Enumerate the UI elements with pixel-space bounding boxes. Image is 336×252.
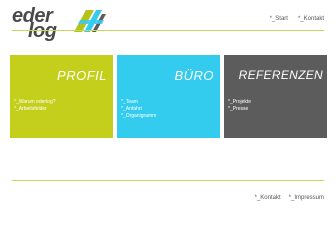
referenzen-link-presse[interactable]: *_Presse xyxy=(228,106,251,113)
buero-links: *_Team *_Anfahrt *_Organigramm xyxy=(121,99,156,120)
buero-box[interactable]: BÜRO *_Team *_Anfahrt *_Organigramm xyxy=(117,55,220,138)
top-divider xyxy=(12,30,324,31)
footer-link-kontakt[interactable]: *_Kontakt xyxy=(255,195,281,201)
buero-link-team[interactable]: *_Team xyxy=(121,99,156,106)
footer-nav: *_Kontakt *_Impressum xyxy=(255,195,324,201)
buero-title[interactable]: BÜRO xyxy=(174,68,214,83)
nav-link-start[interactable]: *_Start xyxy=(270,16,288,22)
nav-link-kontakt[interactable]: *_Kontakt xyxy=(298,16,324,22)
logo-word-log: log xyxy=(28,20,57,42)
buero-link-anfahrt[interactable]: *_Anfahrt xyxy=(121,106,156,113)
referenzen-box[interactable]: REFERENZEN *_Projekte *_Presse xyxy=(224,55,327,138)
profil-link-warum-ederlog[interactable]: *_Warum ederlog? xyxy=(14,99,56,106)
profil-link-arbeitsfelder[interactable]: *_Arbeitsfelder xyxy=(14,106,56,113)
profil-box[interactable]: PROFIL *_Warum ederlog? *_Arbeitsfelder xyxy=(10,55,113,138)
bottom-divider xyxy=(12,180,324,181)
footer-link-impressum[interactable]: *_Impressum xyxy=(289,195,324,201)
top-nav: *_Start *_Kontakt xyxy=(270,16,324,22)
profil-links: *_Warum ederlog? *_Arbeitsfelder xyxy=(14,99,56,113)
buero-link-organigramm[interactable]: *_Organigramm xyxy=(121,113,156,120)
logo-mark-icon xyxy=(74,10,106,32)
referenzen-title[interactable]: REFERENZEN xyxy=(239,68,323,82)
referenzen-links: *_Projekte *_Presse xyxy=(228,99,251,113)
referenzen-link-projekte[interactable]: *_Projekte xyxy=(228,99,251,106)
profil-title[interactable]: PROFIL xyxy=(57,68,107,83)
ederlog-logo[interactable]: eder log xyxy=(12,6,112,46)
